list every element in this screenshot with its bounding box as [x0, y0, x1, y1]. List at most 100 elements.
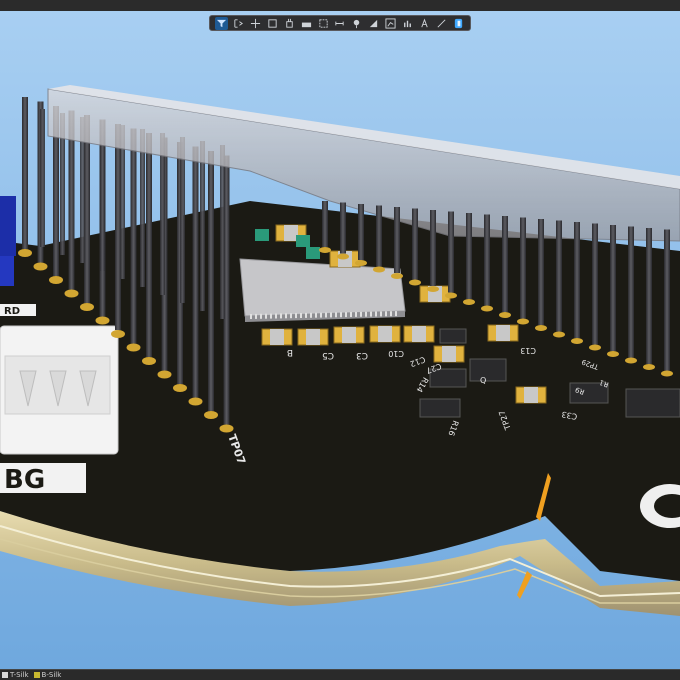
board-layer-icon[interactable] — [300, 17, 313, 30]
select-objects-icon[interactable] — [232, 17, 245, 30]
ic-pin — [325, 312, 327, 318]
layer-tab-b-silk[interactable]: B-Silk — [33, 671, 62, 679]
rectangle-select-icon[interactable] — [266, 17, 279, 30]
header-pin — [520, 217, 526, 319]
header-pin — [664, 229, 670, 371]
header-pin — [180, 137, 185, 303]
filter-icon[interactable] — [215, 16, 228, 30]
ic-pin — [270, 313, 272, 319]
ic-pin — [265, 313, 267, 319]
measure-icon[interactable] — [333, 17, 346, 30]
smd-chip — [625, 388, 680, 418]
smd-chip — [469, 358, 507, 382]
round-pad — [337, 253, 349, 260]
text-icon[interactable] — [418, 17, 431, 30]
ic-pin — [365, 311, 367, 317]
header-pin — [40, 109, 45, 247]
round-pad — [517, 318, 529, 325]
smd-chip — [419, 398, 461, 418]
header-pin — [628, 226, 634, 358]
place-component-icon[interactable] — [283, 17, 296, 30]
ic-pin — [320, 312, 322, 318]
silk-label-c10: C10 — [388, 349, 404, 358]
round-pad — [481, 305, 493, 312]
view-config-icon[interactable] — [452, 17, 465, 30]
silk-label-c13: C13 — [520, 346, 536, 355]
header-pin — [394, 207, 400, 273]
layer-color-swatch — [2, 672, 8, 678]
blue-component — [0, 196, 16, 286]
round-pad — [18, 249, 32, 257]
round-pad — [427, 286, 439, 292]
round-pad — [391, 273, 403, 279]
ic-pin — [280, 313, 282, 319]
silk-label-rd: RD — [4, 306, 20, 317]
layer-tab-label: B-Silk — [41, 671, 62, 679]
round-pad — [607, 351, 619, 357]
smd-capacitor-body — [378, 326, 392, 342]
header-pin — [322, 201, 328, 247]
header-pin — [160, 133, 165, 295]
header-pin — [412, 208, 418, 280]
header-pin — [448, 211, 454, 293]
ic-pin — [305, 312, 307, 318]
crosshair-icon[interactable] — [249, 17, 262, 30]
header-pin — [22, 97, 28, 249]
round-pad — [49, 276, 63, 284]
bar-graph-icon[interactable] — [401, 17, 414, 30]
region-select-icon[interactable] — [317, 17, 330, 30]
ic-pin — [375, 311, 377, 317]
layer-tab-t-silk[interactable]: T-Silk — [2, 671, 29, 679]
ic-pin — [370, 311, 372, 317]
ic-pin — [355, 311, 357, 317]
round-pad — [463, 299, 475, 305]
ic-pin — [275, 313, 277, 319]
round-pad — [64, 289, 79, 298]
silk-label-q: Q — [480, 376, 486, 385]
title-strip — [0, 0, 680, 11]
smd-capacitor-body — [284, 225, 298, 241]
header-pin — [592, 223, 598, 345]
header-pin — [146, 133, 152, 357]
smd-capacitor-body — [306, 329, 320, 345]
header-pin — [646, 228, 652, 364]
header-pin — [200, 141, 205, 311]
header-pin — [610, 225, 616, 351]
ic-pin — [295, 313, 297, 319]
fill-shape-icon[interactable] — [367, 17, 380, 30]
ic-pin — [255, 313, 257, 319]
3d-view-toolbar — [209, 15, 471, 31]
line-icon[interactable] — [435, 17, 448, 30]
silk-label-b: B — [287, 347, 293, 357]
header-pin — [130, 128, 137, 344]
silk-label-bg: BG — [4, 465, 45, 495]
round-pad — [80, 303, 94, 311]
round-pad — [126, 343, 141, 352]
ic-pin — [345, 312, 347, 318]
ic-pin — [340, 312, 342, 318]
ic-pin — [315, 312, 317, 318]
round-pad — [142, 357, 156, 365]
jst-connector[interactable] — [0, 325, 119, 455]
header-pin — [340, 202, 346, 254]
smd-led — [255, 229, 269, 241]
round-pad — [204, 411, 218, 419]
round-pad — [625, 357, 637, 364]
header-pin — [192, 146, 199, 398]
ic-pin — [390, 311, 392, 317]
ic-pin — [385, 311, 387, 317]
ic-pin — [380, 311, 382, 317]
round-pad — [499, 312, 511, 318]
pin-marker-icon[interactable] — [350, 17, 363, 30]
smd-capacitor-body — [342, 327, 356, 343]
round-pad — [188, 397, 203, 406]
smd-capacitor-body — [442, 346, 456, 362]
ic-pin — [360, 311, 362, 317]
round-pad — [409, 279, 421, 286]
round-pad — [571, 338, 583, 344]
3d-viewport[interactable]: BG RD TP07 B C5 C3 C10 C12 C27 C13 C33 R… — [0, 11, 680, 669]
chart-icon[interactable] — [384, 17, 397, 30]
round-pad — [445, 292, 457, 299]
header-pin — [538, 219, 544, 325]
round-pad — [643, 364, 655, 370]
